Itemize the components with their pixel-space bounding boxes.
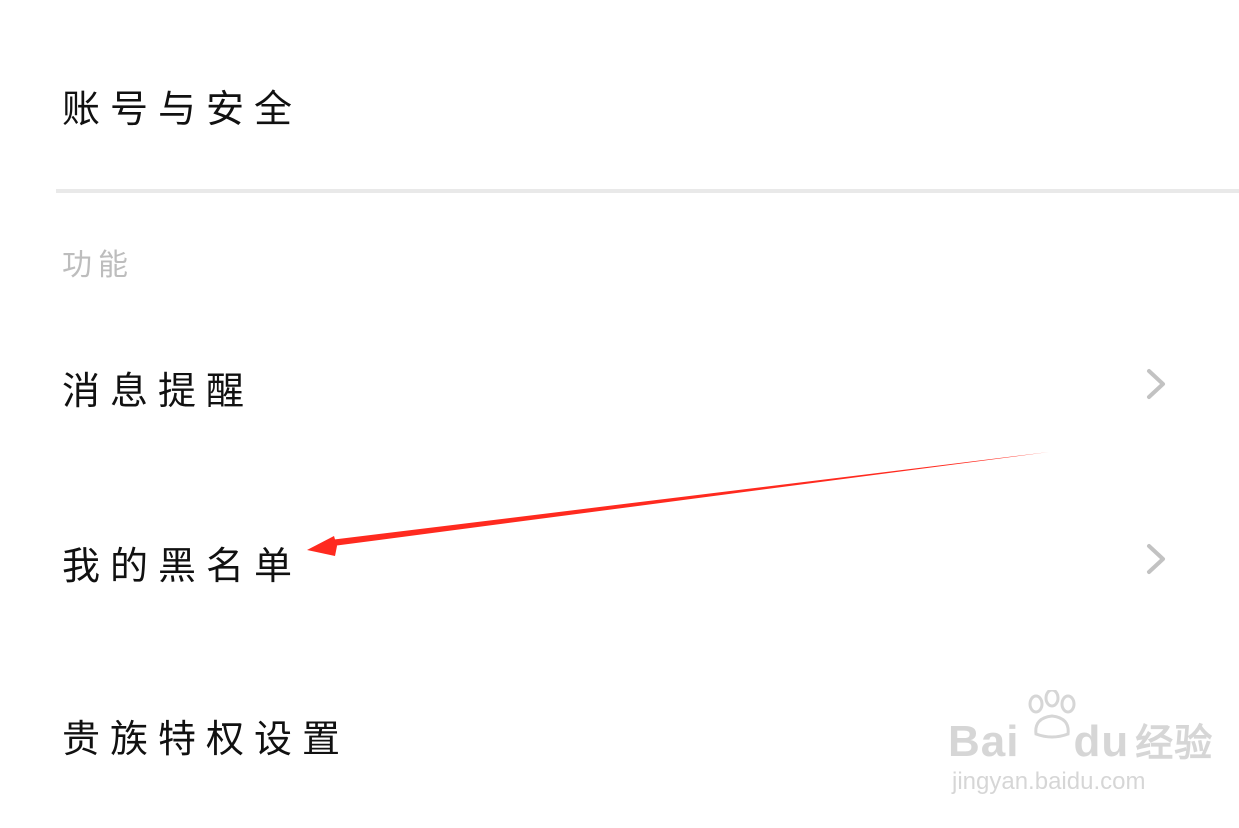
chevron-right-icon bbox=[1147, 544, 1165, 574]
my-blacklist-label: 我的黑名单 bbox=[62, 544, 303, 588]
message-reminder-label: 消息提醒 bbox=[62, 369, 255, 413]
baidu-jingyan-watermark: Bai du 经验 jingyan.baidu.com bbox=[948, 690, 1212, 810]
message-reminder-row[interactable]: 消息提醒 bbox=[0, 340, 1239, 430]
chevron-right-icon bbox=[1147, 369, 1165, 399]
my-blacklist-row[interactable]: 我的黑名单 bbox=[0, 515, 1239, 605]
watermark-brand: Bai du 经验 bbox=[948, 717, 1214, 766]
account-security-row[interactable]: 账号与安全 bbox=[0, 62, 1239, 162]
noble-privilege-settings-label: 贵族特权设置 bbox=[62, 717, 351, 761]
watermark-url: jingyan.baidu.com bbox=[952, 768, 1146, 795]
section-divider bbox=[56, 189, 1239, 193]
account-security-label: 账号与安全 bbox=[62, 87, 303, 131]
section-title-features: 功能 bbox=[62, 248, 134, 283]
